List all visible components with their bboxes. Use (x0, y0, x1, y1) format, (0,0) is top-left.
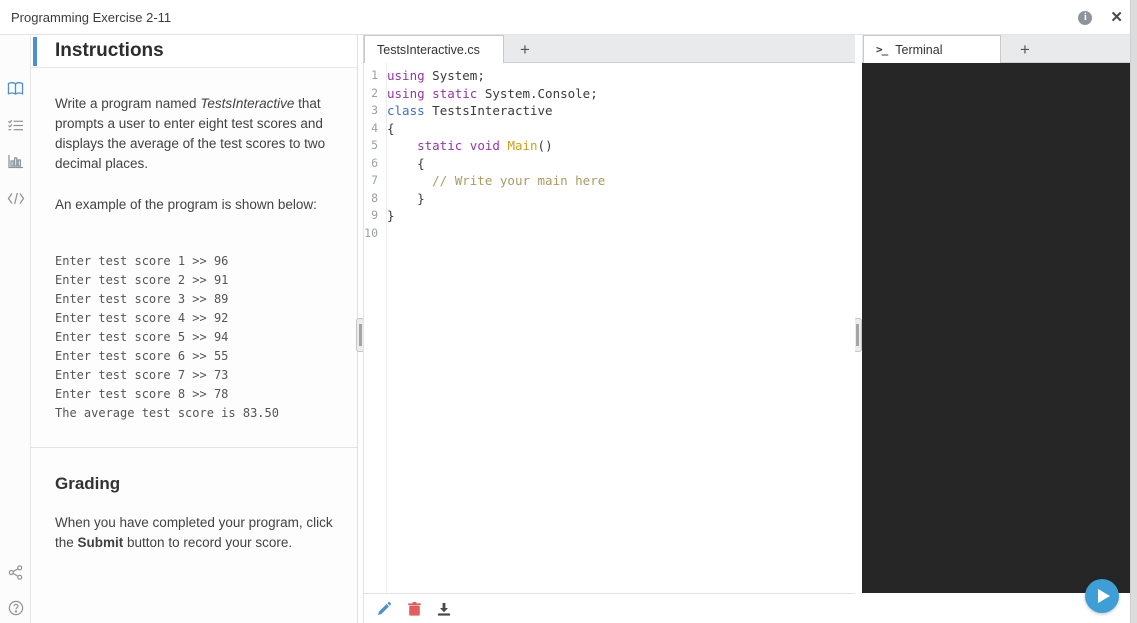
info-icon[interactable]: i (1078, 10, 1093, 25)
exercise-title: Programming Exercise 2-11 (11, 9, 172, 25)
grading-paragraph: When you have completed your program, cl… (55, 515, 333, 550)
code-lines: 1 using System; 2 using static System.Conso… (364, 63, 855, 242)
code-line: 4{ (364, 120, 855, 138)
code-line: 3 class TestsInteractive (364, 102, 855, 120)
accent-bar (33, 37, 37, 66)
add-terminal-tab-icon[interactable]: + (1014, 39, 1036, 60)
window-titlebar: Programming Exercise 2-11 i ✕ (0, 0, 1137, 35)
checklist-icon[interactable] (0, 112, 31, 138)
line-number: 6 (371, 155, 378, 170)
editor-footer (363, 593, 855, 623)
code-line: 10 (364, 225, 855, 243)
example-line: Enter test score 5 >> 94 (55, 330, 229, 344)
submit-bold: Submit (77, 535, 124, 550)
editor-tab-label: TestsInteractive.cs (377, 42, 480, 57)
line-number: 10 (364, 225, 378, 240)
line-number: 7 (371, 173, 378, 187)
code-line: 1 using System; (364, 67, 855, 85)
grading-heading: Grading (55, 474, 121, 493)
editor-tabbar: TestsInteractive.cs + (363, 35, 855, 63)
example-line: The average test score is 83.50 (55, 406, 279, 420)
example-line: Enter test score 3 >> 89 (55, 292, 229, 306)
example-line: Enter test score 6 >> 55 (55, 349, 229, 363)
run-button[interactable] (1085, 579, 1119, 613)
left-sidebar: ⚙ (0, 35, 31, 623)
line-number: 2 (371, 85, 378, 100)
code-line: 9} (364, 207, 855, 225)
tab-testsinteractive-cs[interactable]: TestsInteractive.cs (364, 35, 504, 63)
bar-chart-icon[interactable] (0, 148, 31, 174)
example-line: Enter test score 4 >> 92 (55, 311, 229, 325)
add-editor-tab-icon[interactable]: + (514, 39, 536, 60)
terminal-output[interactable] (862, 63, 1130, 593)
share-icon[interactable] (0, 559, 31, 585)
terminal-tabbar: >_ Terminal + (862, 35, 1130, 63)
line-number: 5 (371, 138, 378, 152)
line-number: 8 (371, 190, 378, 205)
example-line: Enter test score 2 >> 91 (55, 273, 229, 287)
code-editor[interactable]: 1 using System; 2 using static System.Conso… (363, 63, 855, 593)
code-line: 2 using static System.Console; (364, 85, 855, 103)
download-icon[interactable] (436, 601, 452, 617)
tab-terminal[interactable]: >_ Terminal (863, 35, 1001, 63)
app-window: Programming Exercise 2-11 i ✕ Instructio… (0, 0, 1137, 623)
code-line: 6 { (364, 155, 855, 173)
edit-pencil-icon[interactable] (376, 601, 392, 617)
example-intro: An example of the program is shown below… (55, 197, 317, 212)
play-icon (1098, 589, 1110, 603)
line-number: 1 (371, 68, 378, 82)
window-scrollbar[interactable] (1130, 0, 1137, 623)
example-output-block: Enter test score 1 >> 96 Enter test score… (55, 252, 333, 423)
instructions-book-icon[interactable] (0, 75, 31, 101)
program-name-italic: TestsInteractive (200, 96, 295, 111)
delete-trash-icon[interactable] (406, 601, 422, 617)
line-number: 3 (371, 103, 378, 117)
intro-paragraph: Write a program named TestsInteractive t… (55, 96, 326, 171)
terminal-prompt-icon: >_ (876, 43, 888, 56)
code-brackets-icon[interactable] (0, 185, 31, 211)
instructions-panel: Instructions Write a program named Tests… (31, 35, 358, 623)
instructions-heading: Instructions (55, 40, 164, 61)
terminal-tab-label: Terminal (895, 42, 943, 57)
instructions-header: Instructions (31, 35, 357, 68)
code-line: 5 static void Main() (364, 137, 855, 155)
section-divider (31, 447, 357, 448)
example-line: Enter test score 1 >> 96 (55, 254, 229, 268)
line-number: 9 (371, 208, 378, 222)
line-number: 4 (371, 120, 378, 135)
example-line: Enter test score 7 >> 73 (55, 368, 229, 382)
help-icon[interactable] (0, 595, 31, 621)
code-line: 8 } (364, 190, 855, 208)
code-line: 7 // Write your main here (364, 172, 855, 190)
close-icon[interactable]: ✕ (1110, 10, 1123, 25)
example-line: Enter test score 8 >> 78 (55, 387, 229, 401)
